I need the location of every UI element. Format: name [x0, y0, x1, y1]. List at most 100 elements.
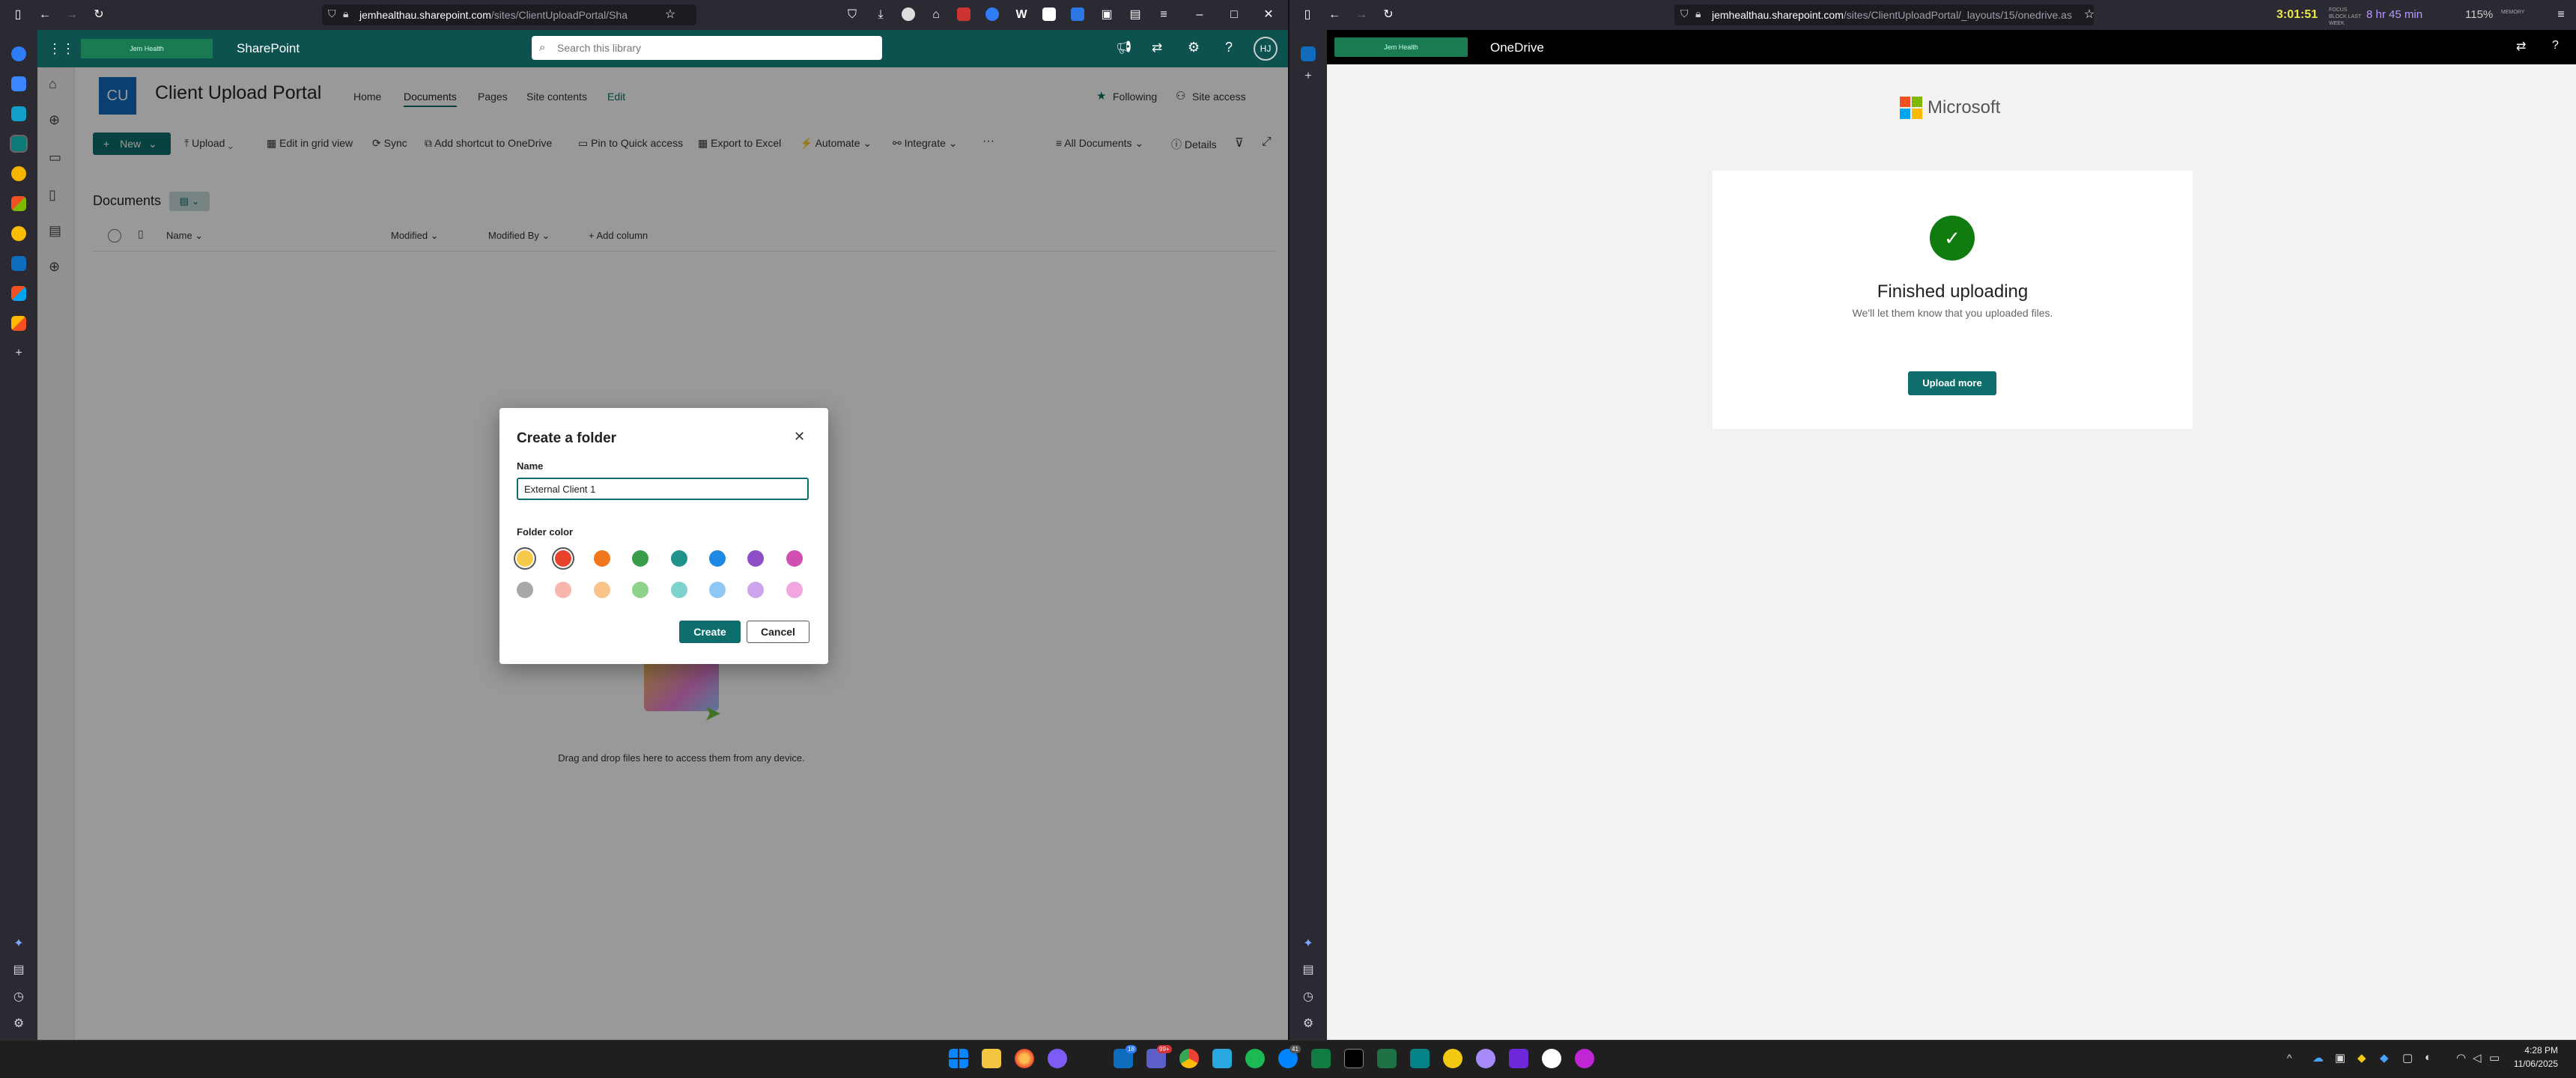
extension-icon[interactable]: W	[1014, 7, 1029, 22]
reload-icon[interactable]: ↻	[1381, 7, 1396, 22]
bookmark-star-icon[interactable]: ☆	[663, 7, 678, 22]
back-icon[interactable]: ←	[1327, 7, 1342, 22]
app-name[interactable]: OneDrive	[1490, 40, 1544, 55]
menu-icon[interactable]: ≡	[1156, 7, 1171, 22]
folder-color-swatch[interactable]	[709, 550, 726, 567]
onedrive-tray-icon[interactable]: ☁	[2312, 1051, 2324, 1065]
extension-icon[interactable]	[1071, 7, 1084, 21]
settings-icon[interactable]: ⚙	[11, 1017, 26, 1032]
help-icon[interactable]: ?	[1225, 40, 1233, 55]
maximize-icon[interactable]: □	[1227, 7, 1242, 22]
app-icon[interactable]	[1542, 1049, 1561, 1068]
history-icon[interactable]: ◷	[1301, 990, 1316, 1005]
sidebar-app-icon[interactable]	[11, 286, 26, 301]
extension-icon[interactable]: ▣	[1099, 7, 1114, 22]
folder-color-swatch[interactable]	[670, 582, 687, 598]
extension-icon[interactable]	[1042, 7, 1056, 21]
extensions-puzzle-icon[interactable]: ⌂	[929, 7, 944, 22]
sidebar-sharepoint-icon[interactable]	[10, 135, 28, 153]
volume-icon[interactable]: ◁	[2473, 1051, 2482, 1065]
folder-color-swatch[interactable]	[747, 582, 765, 598]
right-url-bar[interactable]: ⛉ 🔒︎ jemhealthau.sharepoint.com/sites/Cl…	[1674, 4, 2094, 25]
org-logo[interactable]: Jem Health	[81, 39, 213, 58]
sidebar-onedrive-icon[interactable]	[1301, 46, 1316, 61]
app-icon[interactable]	[1575, 1049, 1594, 1068]
taskbar-date[interactable]: 11/06/2025	[2501, 1059, 2558, 1069]
wifi-icon[interactable]: ◠	[2456, 1051, 2466, 1065]
chrome-icon[interactable]	[1179, 1049, 1199, 1068]
folder-color-swatch[interactable]	[709, 582, 726, 598]
spotify-icon[interactable]	[1245, 1049, 1265, 1068]
cancel-button[interactable]: Cancel	[747, 621, 809, 643]
app-icon[interactable]	[1344, 1049, 1364, 1068]
taskbar-time[interactable]: 4:28 PM	[2501, 1045, 2558, 1056]
app-icon[interactable]	[1443, 1049, 1462, 1068]
sidebar-toggle-icon[interactable]: ▯	[10, 7, 25, 22]
left-url-bar[interactable]: ⛉ 🔒︎ jemhealthau.sharepoint.com/sites/Cl…	[322, 4, 696, 25]
excel-icon[interactable]	[1377, 1049, 1397, 1068]
library-icon[interactable]: ▤	[11, 963, 26, 978]
app-name[interactable]: SharePoint	[237, 41, 300, 56]
tray-app-icon[interactable]: ◆	[2380, 1051, 2389, 1065]
tray-app-icon[interactable]: ◐	[2425, 1051, 2431, 1064]
folder-color-swatch[interactable]	[786, 550, 803, 567]
firefox-icon[interactable]	[1015, 1049, 1034, 1068]
menu-icon[interactable]: ≡	[2554, 7, 2569, 22]
share-icon[interactable]: ⇄	[1152, 40, 1162, 55]
tray-chevron-icon[interactable]: ^	[2287, 1052, 2292, 1064]
sidebar-app-icon[interactable]	[11, 106, 26, 121]
ai-sparkle-icon[interactable]: ✦	[11, 937, 26, 951]
library-icon[interactable]: ▤	[1301, 963, 1316, 978]
gear-icon[interactable]: ⚙	[1188, 40, 1200, 55]
folder-color-swatch[interactable]	[747, 550, 765, 567]
share-icon[interactable]: ⇄	[2516, 39, 2526, 54]
tray-app-icon[interactable]: ▣	[2335, 1051, 2345, 1065]
download-icon[interactable]: ⤓	[873, 7, 888, 22]
sidebar-app-icon[interactable]	[11, 256, 26, 271]
close-icon[interactable]: ✕	[794, 429, 805, 445]
extension-icon[interactable]	[902, 7, 915, 21]
create-button[interactable]: Create	[679, 621, 741, 643]
folder-color-swatch[interactable]	[593, 582, 610, 598]
bookmark-star-icon[interactable]: ☆	[2082, 7, 2097, 22]
sidebar-app-icon[interactable]	[11, 76, 26, 91]
terminal-icon[interactable]	[1311, 1049, 1331, 1068]
avatar[interactable]: HJ	[1254, 37, 1278, 61]
forward-icon[interactable]: →	[1354, 7, 1369, 22]
folder-name-input[interactable]: External Client 1	[517, 478, 809, 500]
back-icon[interactable]: ←	[37, 7, 52, 22]
sharepoint-app-icon[interactable]	[1410, 1049, 1430, 1068]
settings-icon[interactable]: ⚙	[1301, 1017, 1316, 1032]
extension-badge-icon[interactable]	[957, 7, 970, 21]
pocket-icon[interactable]: ⛉	[845, 7, 860, 22]
sidebar-app-icon[interactable]	[11, 196, 26, 211]
sidebar-toggle-icon[interactable]: ▯	[1300, 7, 1315, 22]
minimize-icon[interactable]: –	[1192, 7, 1207, 22]
extension-icon[interactable]: ▤	[1128, 7, 1143, 22]
tray-app-icon[interactable]: ◆	[2357, 1051, 2366, 1065]
reload-icon[interactable]: ↻	[91, 7, 106, 22]
app-icon[interactable]	[1509, 1049, 1528, 1068]
upload-more-button[interactable]: Upload more	[1908, 371, 1996, 395]
megaphone-icon[interactable]: 📢︎	[1116, 40, 1132, 55]
folder-color-swatch[interactable]	[632, 582, 649, 598]
extension-icon[interactable]	[985, 7, 999, 21]
battery-icon[interactable]: ▭	[2489, 1051, 2500, 1065]
sidebar-app-icon[interactable]	[11, 316, 26, 331]
sidebar-app-icon[interactable]	[11, 166, 26, 181]
ai-sparkle-icon[interactable]: ✦	[1301, 937, 1316, 951]
folder-color-swatch[interactable]	[786, 582, 803, 598]
folder-color-swatch[interactable]	[670, 550, 687, 567]
app-icon[interactable]	[1212, 1049, 1232, 1068]
org-logo[interactable]: Jem Health	[1334, 37, 1468, 57]
folder-color-swatch[interactable]	[517, 550, 533, 567]
app-icon[interactable]	[1048, 1049, 1067, 1068]
add-panel-icon[interactable]: +	[1301, 69, 1316, 84]
close-window-icon[interactable]: ✕	[1261, 7, 1276, 22]
folder-color-swatch[interactable]	[632, 550, 649, 567]
folder-color-swatch[interactable]	[555, 582, 572, 598]
add-panel-icon[interactable]: +	[11, 346, 26, 361]
folder-color-swatch[interactable]	[517, 582, 533, 598]
app-icon[interactable]	[1476, 1049, 1495, 1068]
history-icon[interactable]: ◷	[11, 990, 26, 1005]
